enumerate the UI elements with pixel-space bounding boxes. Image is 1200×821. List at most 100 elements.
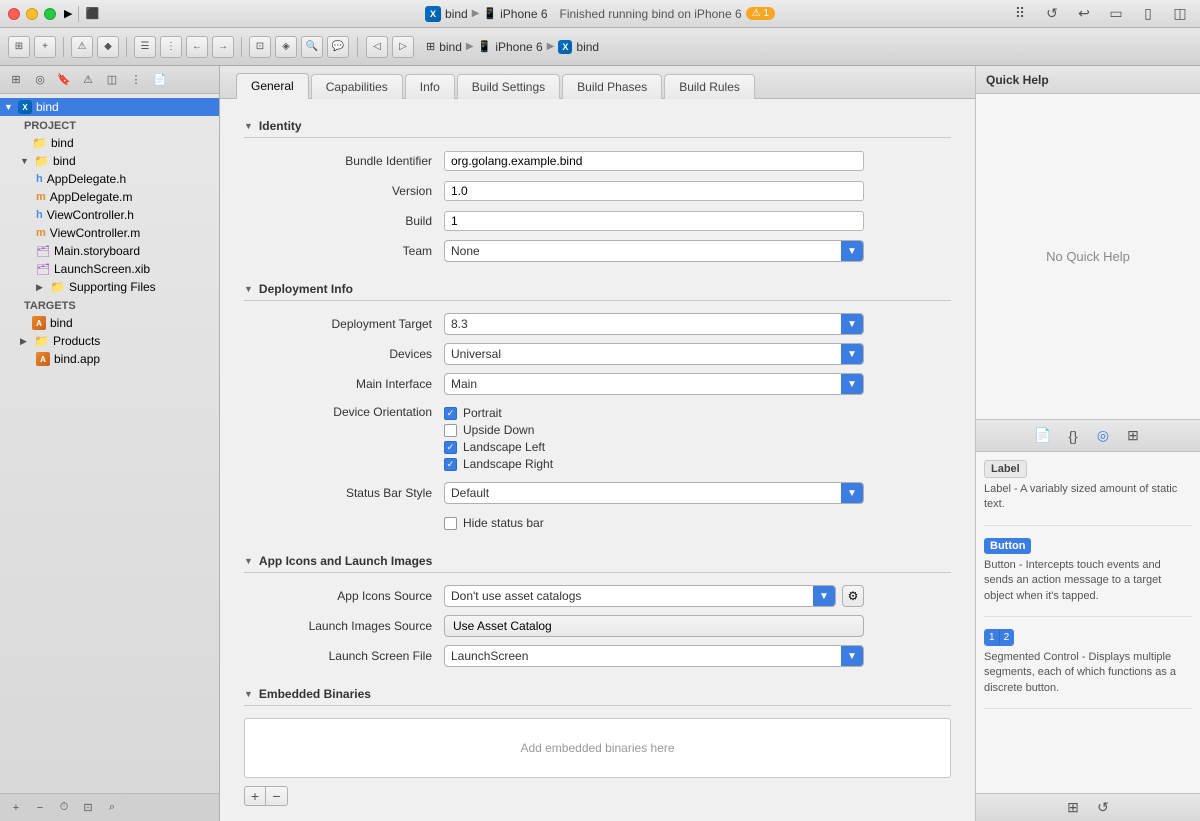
mark-btn[interactable]: ◈ [275,36,297,58]
sidebar-bookmark-icon[interactable]: 🔖 [54,70,74,90]
sidebar-project-bind[interactable]: 📁 bind [16,134,219,152]
warning-btn[interactable]: ⚠ [71,36,93,58]
status-bar-style-select[interactable]: Default ▼ [444,482,864,504]
add-item-btn[interactable]: + [34,36,56,58]
forward-btn[interactable]: → [212,36,234,58]
layout2-icon[interactable]: ▯ [1136,5,1160,23]
issues-sidebar-btn[interactable]: ⊡ [78,798,98,818]
filter-sidebar-btn[interactable]: ⌕ [102,798,122,818]
sidebar-viewcontrollerh[interactable]: h ViewController.h [0,206,219,224]
landscape-left-checkbox[interactable] [444,441,457,454]
team-select[interactable]: None ▼ [444,240,864,262]
bundle-identifier-input[interactable] [444,151,864,171]
history-btn[interactable]: ⊡ [249,36,271,58]
launch-screen-file-arrow[interactable]: ▼ [841,645,863,667]
sidebar-viewcontrollerm[interactable]: m ViewController.m [0,224,219,242]
add-binary-btn[interactable]: + [244,786,266,806]
main-interface-select[interactable]: Main ▼ [444,373,864,395]
close-button[interactable] [8,8,20,20]
build-input[interactable] [444,211,864,231]
traffic-lights[interactable] [8,8,56,20]
remove-sidebar-btn[interactable]: − [30,798,50,818]
sidebar-warn-icon[interactable]: ⚠ [78,70,98,90]
tab-capabilities[interactable]: Capabilities [311,74,403,99]
layout3-icon[interactable]: ◫ [1168,5,1192,23]
devices-select[interactable]: Universal ▼ [444,343,864,365]
add-sidebar-btn[interactable]: + [6,798,26,818]
list-btn[interactable]: ☰ [134,36,156,58]
comment-btn[interactable]: 💬 [327,36,349,58]
embedded-binaries-header[interactable]: ▼ Embedded Binaries [244,683,951,706]
deployment-header[interactable]: ▼ Deployment Info [244,278,951,301]
deployment-target-select[interactable]: 8.3 ▼ [444,313,864,335]
device-orientation-row: Device Orientation Portrait Upside Down [244,403,951,474]
version-row: Version [244,180,951,202]
main-interface-value: Main [445,377,841,391]
sidebar-launchscreenxib[interactable]: 🗂 LaunchScreen.xib [0,260,219,278]
tab-build-rules[interactable]: Build Rules [664,74,755,99]
remove-binary-btn[interactable]: − [266,786,288,806]
qh-tab-code[interactable]: {} [1062,425,1084,447]
app-icons-header[interactable]: ▼ App Icons and Launch Images [244,550,951,573]
status-bar-style-arrow[interactable]: ▼ [841,482,863,504]
sidebar-item-bind-folder[interactable]: ▼ 📁 bind [0,152,219,170]
use-asset-catalog-btn[interactable]: Use Asset Catalog [444,615,864,637]
hide-status-bar-checkbox[interactable] [444,517,457,530]
filter-btn[interactable]: 🔍 [301,36,323,58]
landscape-right-checkbox[interactable] [444,458,457,471]
sidebar-debug-icon[interactable]: ⋮ [126,70,146,90]
history-sidebar-btn[interactable]: ⏱ [54,798,74,818]
sidebar-report-icon[interactable]: 📄 [150,70,170,90]
minimize-button[interactable] [26,8,38,20]
devices-arrow[interactable]: ▼ [841,343,863,365]
hierarchy-btn[interactable]: ⋮ [160,36,182,58]
tab-general[interactable]: General [236,73,309,99]
tab-info[interactable]: Info [405,74,455,99]
qh-tab-file[interactable]: 📄 [1032,425,1054,447]
bookmark-btn[interactable]: ◆ [97,36,119,58]
bind-folder-content: ▼ 📁 bind h AppDelegate.h m AppDelegate.m… [0,152,219,296]
sidebar-target-bind[interactable]: A bind [16,314,219,332]
split-left-btn[interactable]: ◁ [366,36,388,58]
app-icons-source-select[interactable]: Don't use asset catalogs ▼ [444,585,836,607]
main-interface-arrow[interactable]: ▼ [841,373,863,395]
sidebar-git-icon[interactable]: ◎ [30,70,50,90]
launch-screen-file-select[interactable]: LaunchScreen ▼ [444,645,864,667]
version-label: Version [244,184,444,198]
sidebar-toggle[interactable]: ⊞ [8,36,30,58]
sidebar-appdelegateh[interactable]: h AppDelegate.h [0,170,219,188]
project-section: PROJECT 📁 bind [0,116,219,152]
sidebar-products[interactable]: ▶ 📁 Products [0,332,219,350]
gear-button[interactable]: ⚙ [842,585,864,607]
app-icons-source-arrow[interactable]: ▼ [813,585,835,607]
split-view-icon[interactable]: ⠿ [1008,5,1032,23]
sidebar-bindapp[interactable]: A bind.app [0,350,219,368]
sidebar-supportingfiles[interactable]: ▶ 📁 Supporting Files [0,278,219,296]
qh-segment-item: 1 2 Segmented Control - Displays multipl… [984,629,1192,709]
version-input[interactable] [444,181,864,201]
split-right-btn[interactable]: ▷ [392,36,414,58]
return-icon[interactable]: ↩ [1072,5,1096,23]
sidebar-nav-icon[interactable]: ⊞ [6,70,26,90]
tab-build-settings[interactable]: Build Settings [457,74,560,99]
sidebar-test-icon[interactable]: ◫ [102,70,122,90]
maximize-button[interactable] [44,8,56,20]
layout-icon[interactable]: ▭ [1104,5,1128,23]
upside-down-checkbox[interactable] [444,424,457,437]
back-btn[interactable]: ← [186,36,208,58]
navigator-icon[interactable]: ↺ [1040,5,1064,23]
qh-refresh-btn[interactable]: ↺ [1092,797,1114,819]
qh-tab-circle[interactable]: ◎ [1092,425,1114,447]
deployment-target-arrow[interactable]: ▼ [841,313,863,335]
portrait-checkbox[interactable] [444,407,457,420]
project-root-item[interactable]: ▼ X bind [0,98,219,116]
identity-header[interactable]: ▼ Identity [244,115,951,138]
team-dropdown-arrow[interactable]: ▼ [841,240,863,262]
tab-build-phases[interactable]: Build Phases [562,74,662,99]
deployment-target-row: Deployment Target 8.3 ▼ [244,313,951,335]
sidebar-mainstoryboard[interactable]: 🗂 Main.storyboard [0,242,219,260]
qh-tab-grid[interactable]: ⊞ [1122,425,1144,447]
sidebar-appdelegatem[interactable]: m AppDelegate.m [0,188,219,206]
qh-grid-btn[interactable]: ⊞ [1062,797,1084,819]
title-text: Finished running bind on iPhone 6 [560,7,742,21]
